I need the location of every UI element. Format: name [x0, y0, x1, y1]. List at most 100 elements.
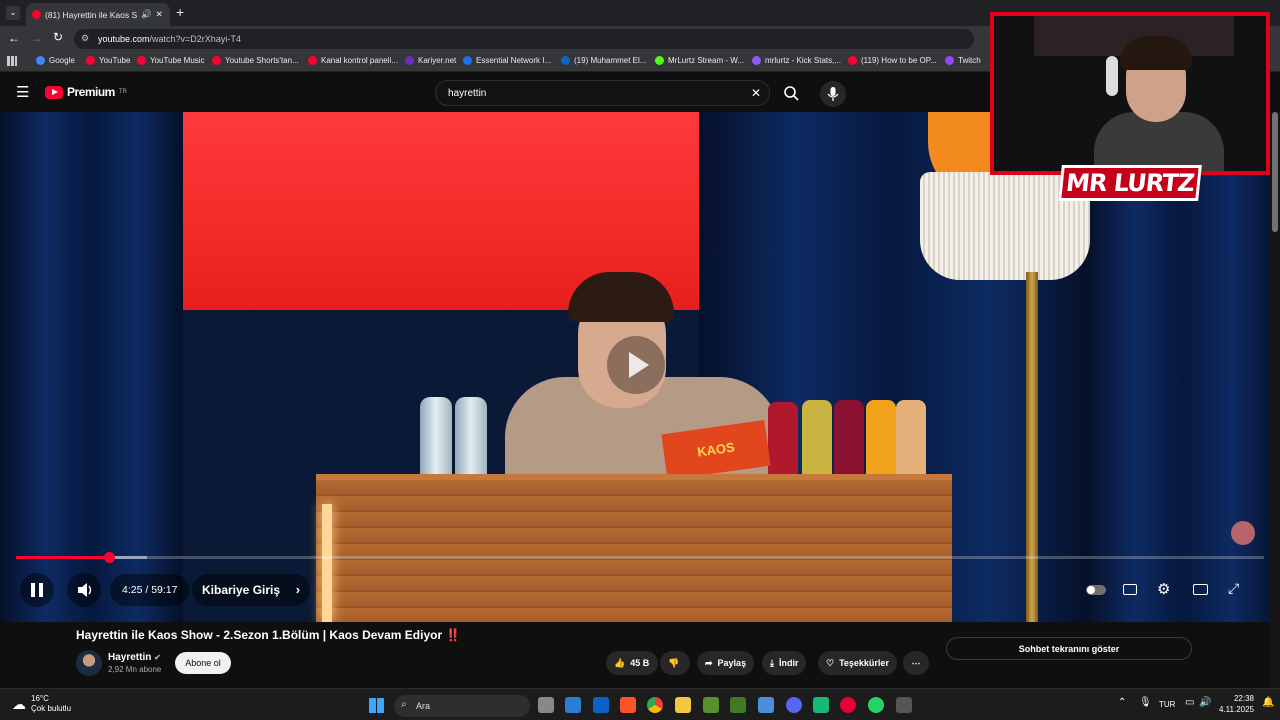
network-icon[interactable]: ▭: [1185, 697, 1194, 708]
back-arrow-icon[interactable]: ←: [8, 31, 20, 45]
bookmark-item[interactable]: Google: [36, 56, 75, 65]
page-scrollbar[interactable]: [1270, 112, 1280, 688]
share-button[interactable]: ➦ Paylaş: [697, 651, 755, 675]
bookmark-label: Youtube Shorts'tan...: [225, 56, 299, 65]
bookmark-favicon-icon: [137, 56, 146, 65]
weather-widget[interactable]: ☁ 16°C Çok bulutlu: [12, 694, 71, 714]
juice-bottle: [834, 400, 864, 482]
speaker-tray-icon[interactable]: 🔊: [1199, 697, 1211, 708]
bookmark-item[interactable]: YouTube Music: [137, 56, 205, 65]
task-view-icon[interactable]: [538, 697, 554, 713]
bookmark-item[interactable]: MrLurtz Stream - W...: [655, 56, 744, 65]
browser-tab-active[interactable]: (81) Hayrettin ile Kaos Show 🔊 ✕: [26, 3, 170, 26]
juice-bottle: [896, 400, 926, 482]
apps-grid-icon[interactable]: [7, 56, 17, 66]
thanks-button[interactable]: ♡ Teşekkürler: [818, 651, 897, 675]
like-button[interactable]: 👍 45 B: [606, 651, 658, 675]
address-bar[interactable]: ⚙ youtube.com/watch?v=D2rXhayi-T4: [74, 29, 974, 49]
menu-icon[interactable]: ☰: [16, 83, 29, 101]
media-player-icon[interactable]: [840, 697, 856, 713]
outlook-icon[interactable]: [593, 697, 609, 713]
fullscreen-icon[interactable]: ⤢: [1228, 580, 1239, 597]
search-button[interactable]: [772, 80, 810, 106]
brave-icon[interactable]: [620, 697, 636, 713]
video-title: Hayrettin ile Kaos Show - 2.Sezon 1.Bölü…: [76, 628, 461, 642]
channel-avatar[interactable]: [76, 650, 102, 676]
center-play-icon[interactable]: [607, 336, 665, 394]
subscribe-button[interactable]: Abone ol: [175, 652, 231, 674]
reload-icon[interactable]: ↻: [53, 30, 63, 44]
floor-lamp-pole: [1026, 272, 1038, 622]
youtube-logo[interactable]: Premium TR: [45, 85, 127, 99]
autoplay-toggle[interactable]: [1086, 585, 1106, 595]
bookmark-item[interactable]: YouTube: [86, 56, 130, 65]
store-icon[interactable]: [565, 697, 581, 713]
new-tab-button[interactable]: +: [176, 4, 184, 20]
language-indicator[interactable]: TUR: [1159, 700, 1175, 709]
bookmark-label: YouTube: [99, 56, 131, 65]
weather-temp: 16°C: [31, 694, 49, 703]
minecraft-launcher-icon[interactable]: [730, 697, 746, 713]
streaming-app-icon[interactable]: [813, 697, 829, 713]
pause-button[interactable]: [20, 573, 54, 607]
voice-search-button[interactable]: [820, 81, 846, 107]
chapter-button[interactable]: Kibariye Giriş ›: [192, 574, 311, 606]
minecraft-icon[interactable]: [703, 697, 719, 713]
site-info-icon[interactable]: ⚙: [81, 33, 89, 44]
bookmark-favicon-icon: [36, 56, 45, 65]
clock-date: 4.11.2025: [1219, 705, 1254, 714]
taskbar-search-input[interactable]: ⌕ Ara: [394, 695, 530, 717]
forward-arrow-icon[interactable]: →: [30, 31, 42, 45]
tab-list-button[interactable]: ⌄: [6, 6, 20, 20]
progress-played: [16, 556, 110, 559]
progress-bar[interactable]: [16, 552, 1264, 563]
microphone-tray-icon[interactable]: 🎙: [1139, 697, 1152, 708]
time-display: 4:25 / 59:17: [110, 574, 190, 606]
download-icon: ⤓: [770, 657, 774, 668]
bookmark-item[interactable]: (119) How to be OP...: [848, 56, 937, 65]
settings-gear-icon[interactable]: ⚙: [1157, 580, 1170, 598]
discord-icon[interactable]: [786, 697, 802, 713]
speaker-icon: 🔊: [141, 9, 152, 19]
microphone-icon: [827, 87, 839, 101]
app-icon[interactable]: [758, 697, 774, 713]
chrome-icon[interactable]: [647, 697, 663, 713]
windows-start-icon[interactable]: [369, 698, 384, 713]
whatsapp-icon[interactable]: [868, 697, 884, 713]
bookmark-item[interactable]: Twitch: [945, 56, 981, 65]
clear-search-icon[interactable]: ✕: [751, 86, 761, 100]
mute-button[interactable]: [67, 573, 101, 607]
file-explorer-icon[interactable]: [675, 697, 691, 713]
miniplayer-icon[interactable]: [1193, 584, 1208, 595]
more-actions-button[interactable]: ⋯: [903, 651, 929, 675]
headphones: [1106, 56, 1118, 96]
bookmark-item[interactable]: Essential Network I...: [463, 56, 551, 65]
bookmark-item[interactable]: (19) Muhammet El...: [561, 56, 646, 65]
bookmark-favicon-icon: [212, 56, 221, 65]
notification-icon[interactable]: 🔔: [1262, 697, 1274, 708]
bookmark-item[interactable]: Youtube Shorts'tan...: [212, 56, 299, 65]
tab-close-icon[interactable]: ✕: [156, 9, 163, 20]
chevron-right-icon: ›: [295, 582, 301, 597]
subtitles-icon[interactable]: [1123, 584, 1137, 595]
channel-name[interactable]: Hayrettin ✔: [108, 652, 161, 663]
chevron-up-icon[interactable]: ⌃: [1118, 697, 1126, 708]
bookmark-label: mrlurtz - Kick Stats,...: [765, 56, 842, 65]
channel-watermark[interactable]: [1231, 521, 1255, 545]
thanks-heart-icon: ♡: [826, 657, 835, 668]
bookmark-label: Google: [49, 56, 75, 65]
bookmark-item[interactable]: Kariyer.net: [405, 56, 456, 65]
bookmark-item[interactable]: mrlurtz - Kick Stats,...: [752, 56, 841, 65]
pause-icon: [31, 583, 43, 597]
bookmark-item[interactable]: Kanal kontrol paneli...: [308, 56, 398, 65]
dislike-button[interactable]: 👎: [660, 651, 690, 675]
search-input[interactable]: hayrettin ✕: [435, 80, 770, 106]
search-value: hayrettin: [448, 87, 487, 99]
show-chat-button[interactable]: Sohbet tekranını göster: [946, 637, 1192, 660]
bookmark-label: (19) Muhammet El...: [574, 56, 647, 65]
streamer-hair: [1120, 36, 1192, 70]
download-button[interactable]: ⤓ İndir: [762, 651, 807, 675]
calculator-icon[interactable]: [896, 697, 912, 713]
system-clock[interactable]: 22:38 4.11.2025: [1216, 693, 1254, 715]
bookmark-favicon-icon: [86, 56, 95, 65]
